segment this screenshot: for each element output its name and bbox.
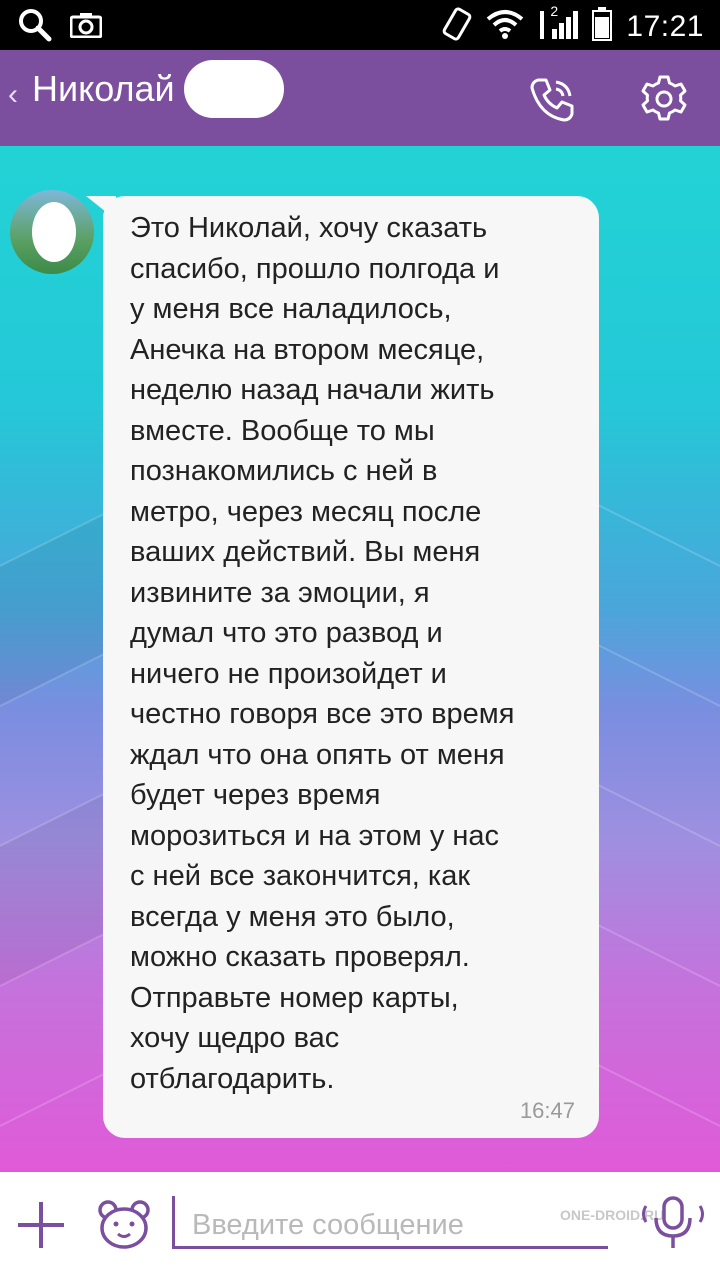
- chat-area[interactable]: Это Николай, хочу сказать спасибо, прошл…: [0, 146, 720, 1172]
- message-composer: ONE-DROID.RU: [0, 1172, 720, 1280]
- signal-label: 2: [550, 3, 559, 19]
- message-text: Это Николай, хочу сказать спасибо, прошл…: [130, 212, 515, 1095]
- redacted-face: [32, 202, 76, 262]
- microphone-icon[interactable]: [638, 1194, 708, 1259]
- message-input[interactable]: [190, 1202, 594, 1248]
- chat-header: ‹ Николай: [0, 50, 720, 146]
- message-time: 16:47: [519, 1098, 575, 1123]
- search-icon: [18, 8, 52, 47]
- input-underline: [172, 1246, 608, 1249]
- wifi-icon: [486, 9, 524, 44]
- avatar[interactable]: [10, 190, 94, 274]
- bear-icon[interactable]: [96, 1198, 152, 1255]
- plus-icon[interactable]: [16, 1200, 66, 1255]
- signal-icon: 2: [538, 3, 579, 46]
- status-time: 17:21: [626, 9, 704, 43]
- gear-icon[interactable]: [638, 74, 690, 126]
- camera-icon: [69, 12, 103, 43]
- message-bubble[interactable]: Это Николай, хочу сказать спасибо, прошл…: [103, 196, 599, 1138]
- battery-icon: [592, 7, 613, 46]
- contact-name[interactable]: Николай: [32, 68, 175, 110]
- text-caret: [172, 1196, 175, 1246]
- chevron-left-icon[interactable]: ‹: [8, 78, 18, 112]
- status-bar: 2 17:21: [0, 0, 720, 50]
- redacted-surname: [184, 60, 284, 118]
- phone-icon[interactable]: [526, 74, 578, 126]
- rotate-icon: [442, 6, 472, 47]
